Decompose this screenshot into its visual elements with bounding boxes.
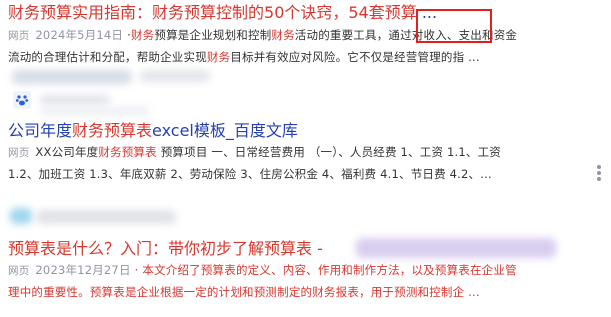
result-2-title-segment: 公司年度 xyxy=(8,121,73,140)
result-3-snippet-segment: 是企业根据一定的计划和预测制定的财务报表，用于预测和控制企 ... xyxy=(125,285,480,299)
more-dots-icon[interactable] xyxy=(596,165,602,181)
result-1-title-segment: 财务预算实用指南： xyxy=(8,3,153,22)
search-result-2: 公司年度财务预算表excel模板_百度文库 网页 XX公司年度财务预算表 预算项目… xyxy=(8,120,611,185)
result-2-title[interactable]: 公司年度财务预算表excel模板_百度文库 xyxy=(8,120,611,142)
result-3-snippet-segment: 预算表 xyxy=(434,263,470,277)
blurred-source-block-2 xyxy=(140,70,210,82)
result-1-title-segment: 财务预算控制的50个诀窍，54套预算 xyxy=(152,3,417,22)
result-1-snippet-segment: 财务 xyxy=(206,50,231,64)
result-2-favicon xyxy=(13,91,31,109)
result-3-type-tag: 网页 xyxy=(8,265,30,277)
result-3-snippet-segment: 在企业管 xyxy=(469,263,517,277)
result-2-title-segment: excel模板_百度文库 xyxy=(152,121,298,140)
result-2-snippet-line-1: 网页 XX公司年度财务预算表 预算项目 一、日常经营费用 （一）、人员经费 1、工… xyxy=(8,142,611,164)
blurred-source-name-2 xyxy=(40,95,110,105)
result-2-snippet-segment: XX公司年度 xyxy=(35,145,99,159)
result-2-snippet-segment: 1.2、加班工资 1.3、年底双薪 2、劳动保险 3、住房公积金 4、福利费 4… xyxy=(8,167,492,181)
result-3-snippet-line-2: 理中的重要性。预算表是企业根据一定的计划和预测制定的财务报表，用于预测和控制企 … xyxy=(8,282,611,303)
blurred-source-block-1 xyxy=(12,70,132,84)
result-1-type-tag: 网页 xyxy=(8,30,30,42)
result-3-snippet-segment: 的定义、内容、作用和制作方法，以及 xyxy=(235,263,435,277)
blurred-source-url-2 xyxy=(40,107,150,115)
red-annotation-box xyxy=(416,9,492,43)
result-3-snippet-line-1: 网页 2023年12月27日 · 本文介绍了预算表的定义、内容、作用和制作方法，以及… xyxy=(8,260,611,282)
result-3-snippet-segment: · 本文介绍了 xyxy=(134,263,201,277)
baidu-paw-icon xyxy=(15,95,29,106)
result-3-snippet-segment: 预算表 xyxy=(89,285,126,299)
result-2-type-tag: 网页 xyxy=(8,147,30,159)
search-result-1: 财务预算实用指南：财务预算控制的50个诀窍，54套预算 ... 网页 2024年5… xyxy=(8,2,611,68)
result-1-title[interactable]: 财务预算实用指南：财务预算控制的50个诀窍，54套预算 ... xyxy=(8,2,611,24)
blurred-source-thumb-3 xyxy=(10,208,32,224)
result-1-snippet-segment: 财务 xyxy=(271,28,295,42)
result-2-snippet-segment: 预算项目 一、日常经营费用 （一）、人员经费 1、工资 1.1、工资 xyxy=(156,145,502,159)
result-1-date: 2024年5月14日 xyxy=(35,28,124,42)
blurred-source-block-3 xyxy=(36,210,176,224)
result-1-snippet-line-2: 流动的合理估计和分配，帮助企业实现财务目标并有效应对风险。它不仅是经营管理的指 … xyxy=(8,47,611,68)
result-3-snippet-segment: 理中的重要性。 xyxy=(8,285,90,299)
result-1-snippet-segment: 流动的合理估计和分配，帮助企业实现 xyxy=(8,50,207,64)
blurred-title-mask-3 xyxy=(356,238,556,258)
result-1-snippet-segment: 预算是企业规划和控制 xyxy=(154,28,272,42)
result-2-snippet-segment: 财务预算表 xyxy=(98,145,157,159)
result-3-title-segment: 预算表是什么？入门：带你初步了解预算表 - xyxy=(8,239,323,258)
result-2-snippet-line-2: 1.2、加班工资 1.3、年底双薪 2、劳动保险 3、住房公积金 4、福利费 4… xyxy=(8,164,611,185)
result-3-snippet-segment: 预算表 xyxy=(200,263,236,277)
result-2-title-segment: 财务预算表 xyxy=(72,121,153,140)
result-1-snippet-line-1: 网页 2024年5月14日 ·财务预算是企业规划和控制财务活动的重要工具，通过对收入… xyxy=(8,25,611,47)
result-1-snippet-segment: 目标并有效应对风险。它不仅是经营管理的指 ... xyxy=(230,50,480,64)
result-3-date: 2023年12月27日 xyxy=(35,263,131,277)
result-1-snippet-segment: 财务 xyxy=(130,28,155,42)
